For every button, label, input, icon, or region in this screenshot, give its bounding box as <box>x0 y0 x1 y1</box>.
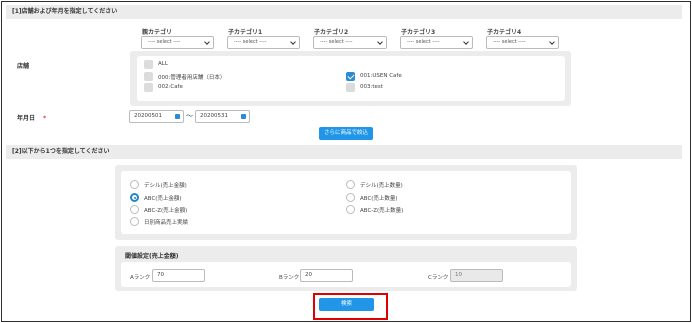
store-checkbox-002[interactable] <box>144 83 153 92</box>
select-value: ---- select ---- <box>320 39 353 45</box>
rank-a-input[interactable]: 70 <box>152 269 205 282</box>
category-select-parent[interactable]: ---- select ---- <box>141 36 214 49</box>
radio-abc-amount[interactable] <box>130 193 139 202</box>
radio-label: 日別商品売上実績 <box>144 220 189 226</box>
radio-label: ABC(売上金額) <box>144 196 182 202</box>
calendar-icon[interactable] <box>175 114 180 119</box>
category-label-child1: 子カテゴリ1 <box>228 29 263 36</box>
radio-abcz-quantity[interactable] <box>346 205 355 214</box>
radio-daily-product-sales[interactable] <box>130 217 139 226</box>
chevron-down-icon <box>377 39 383 45</box>
chevron-down-icon <box>290 39 296 45</box>
store-option-label: 001:USEN Cafe <box>360 73 402 79</box>
category-select-child4[interactable]: ---- select ---- <box>486 36 559 49</box>
select-value: ---- select ---- <box>234 39 267 45</box>
category-select-child3[interactable]: ---- select ---- <box>400 36 473 49</box>
filter-by-product-button[interactable]: さらに商品で絞込 <box>319 127 373 140</box>
select-value: ---- select ---- <box>148 39 181 45</box>
category-label-child2: 子カテゴリ2 <box>314 29 349 36</box>
store-option-label: 003:test <box>360 84 383 90</box>
radio-label: ABC(売上数量) <box>360 196 398 202</box>
required-mark: * <box>43 115 47 122</box>
store-label: 店舗 <box>17 63 30 70</box>
radio-decile-quantity[interactable] <box>346 180 355 189</box>
category-label-parent: 親カテゴリ <box>142 29 173 36</box>
chevron-down-icon <box>549 39 555 45</box>
chevron-down-icon <box>204 39 210 45</box>
category-select-child2[interactable]: ---- select ---- <box>313 36 387 49</box>
store-option-label: 002:Cafe <box>158 84 183 90</box>
rank-c-label: Cランク <box>428 275 449 281</box>
radio-label: デシル(売上金額) <box>144 183 187 189</box>
radio-decile-amount[interactable] <box>130 180 139 189</box>
date-from-value: 20200501 <box>134 113 162 119</box>
store-option-label: ALL <box>158 61 168 67</box>
rank-c-input: 10 <box>450 269 503 282</box>
rank-a-label: Aランク <box>130 275 151 281</box>
radio-label: ABC-Z(売上金額) <box>144 208 188 214</box>
date-to-input[interactable]: 20200531 <box>195 110 250 123</box>
store-checkbox-003[interactable] <box>346 83 355 92</box>
date-range-separator: ～ <box>186 112 193 120</box>
radio-abcz-amount[interactable] <box>130 205 139 214</box>
store-checkbox-000[interactable] <box>144 72 153 81</box>
search-button[interactable]: 検索 <box>319 298 374 311</box>
calendar-icon[interactable] <box>241 114 246 119</box>
section2-header: [2]以下から1つを指定してください <box>6 145 682 159</box>
select-value: ---- select ---- <box>407 39 440 45</box>
date-to-value: 20200531 <box>200 113 228 119</box>
rank-b-input[interactable]: 20 <box>300 269 353 282</box>
category-select-child1[interactable]: ---- select ---- <box>227 36 300 49</box>
radio-label: デシル(売上数量) <box>360 183 403 189</box>
select-value: ---- select ---- <box>493 39 526 45</box>
analysis-options-list <box>121 171 571 234</box>
store-checkbox-001[interactable] <box>346 72 355 81</box>
store-checkbox-all[interactable] <box>144 60 153 69</box>
date-label: 年月日 * <box>17 115 47 122</box>
radio-label: ABC-Z(売上数量) <box>360 208 404 214</box>
chevron-down-icon <box>463 39 469 45</box>
date-from-input[interactable]: 20200501 <box>129 110 184 123</box>
threshold-title: 閾値設定(売上金額) <box>125 253 179 260</box>
rank-b-label: Bランク <box>279 275 300 281</box>
category-label-child4: 子カテゴリ4 <box>487 29 522 36</box>
section1-header: [1]店舗および年月を指定してください <box>6 5 682 19</box>
category-label-child3: 子カテゴリ3 <box>401 29 436 36</box>
radio-abc-quantity[interactable] <box>346 193 355 202</box>
store-option-label: 000:管理者用店舗（日本） <box>158 75 226 81</box>
